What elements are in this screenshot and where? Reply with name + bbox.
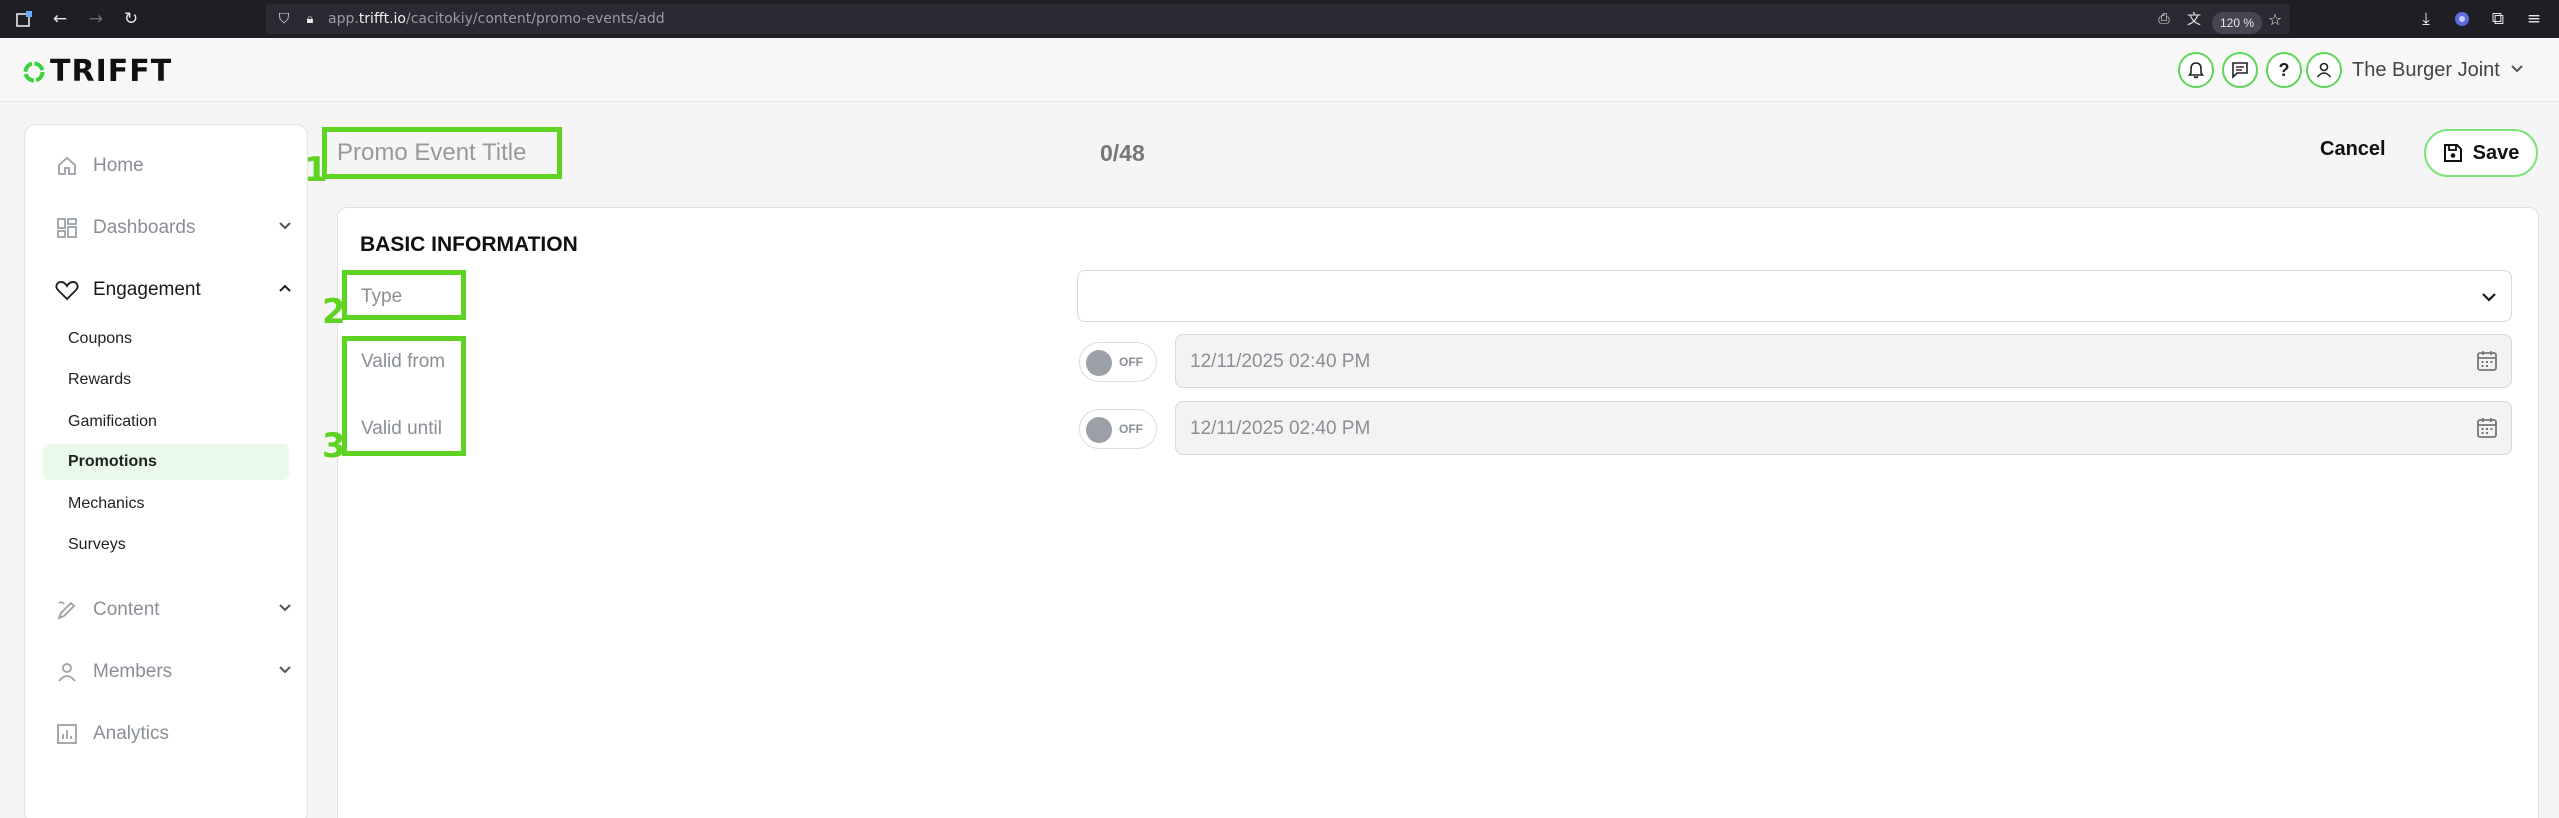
type-select[interactable] <box>1077 270 2512 322</box>
valid-from-date-input[interactable]: 12/11/2025 02:40 PM <box>1175 334 2512 388</box>
translate-icon[interactable]: 文 <box>2184 9 2204 29</box>
chevron-down-icon[interactable] <box>275 660 295 680</box>
person-icon <box>55 660 79 684</box>
valid-from-toggle[interactable]: OFF <box>1079 342 1157 382</box>
app-header: TRIFFT ? The Burger Joint <box>0 38 2559 102</box>
heart-icon <box>55 278 79 302</box>
dashboard-icon <box>55 216 79 240</box>
logo[interactable]: TRIFFT <box>22 54 172 89</box>
valid-until-label: Valid until <box>361 418 442 439</box>
sidebar-item-label: Content <box>93 599 160 620</box>
sidebar: Home Dashboards Engagement Coupons Rewar… <box>24 124 308 818</box>
url-bar[interactable]: ⛉ 🔒︎ app.trifft.io/cacitokiy/content/pro… <box>266 4 2290 34</box>
valid-from-value: 12/11/2025 02:40 PM <box>1190 351 1371 372</box>
sidebar-item-engagement[interactable]: Engagement <box>55 275 295 305</box>
sidebar-item-content[interactable]: Content <box>55 595 295 625</box>
shield-icon[interactable]: ⛉ <box>274 9 294 29</box>
messages-button[interactable] <box>2222 52 2258 88</box>
logo-text: TRIFFT <box>50 54 173 89</box>
sidebar-item-label: Members <box>93 661 173 682</box>
forward-icon[interactable]: → <box>86 9 106 29</box>
sidebar-item-label: Dashboards <box>93 217 196 238</box>
download-icon[interactable]: ⤓ <box>2416 9 2436 29</box>
sidebar-item-label: Analytics <box>93 723 170 744</box>
sidebar-subitem-gamification[interactable]: Gamification <box>43 404 289 440</box>
chat-icon <box>2232 62 2248 79</box>
chevron-down-icon[interactable] <box>275 598 295 618</box>
menu-icon[interactable]: ≡ <box>2524 9 2544 29</box>
home-icon <box>55 154 79 178</box>
extensions-icon[interactable]: ⧉ <box>2488 9 2508 29</box>
valid-until-date-input[interactable]: 12/11/2025 02:40 PM <box>1175 401 2512 455</box>
valid-from-label: Valid from <box>361 351 446 372</box>
chevron-down-icon <box>2482 293 2496 302</box>
bookmark-star-icon[interactable]: ☆ <box>2265 9 2285 29</box>
sidebar-item-dashboards[interactable]: Dashboards <box>55 213 295 243</box>
chevron-up-icon[interactable] <box>275 278 295 298</box>
sidebar-item-members[interactable]: Members <box>55 657 295 687</box>
browser-toolbar: ← → ↻ ⛉ 🔒︎ app.trifft.io/cacitokiy/conte… <box>0 0 2559 38</box>
help-icon: ? <box>2278 59 2290 80</box>
valid-until-toggle[interactable]: OFF <box>1079 409 1157 449</box>
sidebar-subitem-surveys[interactable]: Surveys <box>43 527 289 563</box>
valid-until-value: 12/11/2025 02:40 PM <box>1190 418 1371 439</box>
analytics-chart-icon <box>55 722 79 746</box>
user-icon <box>2316 62 2332 78</box>
sidebar-item-analytics[interactable]: Analytics <box>55 719 295 749</box>
toggle-knob <box>1086 417 1112 443</box>
sidebar-item-home[interactable]: Home <box>55 151 295 181</box>
promo-title-input[interactable]: Promo Event Title <box>322 127 562 179</box>
sidebar-item-label: Home <box>93 155 144 176</box>
tab-overview-icon[interactable] <box>14 9 34 29</box>
toggle-knob <box>1086 350 1112 376</box>
char-counter: 0/48 <box>1100 140 1145 166</box>
help-button[interactable]: ? <box>2266 52 2302 88</box>
annotation-number: 2 <box>322 292 346 332</box>
sidebar-subitem-mechanics[interactable]: Mechanics <box>43 486 289 522</box>
sidebar-subitem-coupons[interactable]: Coupons <box>43 321 289 357</box>
section-title: BASIC INFORMATION <box>360 233 578 256</box>
sidebar-subitem-rewards[interactable]: Rewards <box>43 362 289 398</box>
chevron-down-icon[interactable] <box>275 216 295 236</box>
calendar-icon[interactable] <box>2475 349 2499 373</box>
calendar-icon[interactable] <box>2475 416 2499 440</box>
lock-icon[interactable]: 🔒︎ <box>300 9 320 29</box>
annotation-number: 3 <box>322 426 346 466</box>
account-button[interactable] <box>2306 52 2342 88</box>
toggle-state: OFF <box>1119 422 1143 436</box>
org-chevron-down-icon[interactable] <box>2508 60 2526 78</box>
floppy-disk-icon <box>2443 144 2462 162</box>
profile-circle-icon[interactable] <box>2452 9 2472 29</box>
sidebar-item-label: Engagement <box>93 279 201 300</box>
bell-icon <box>2187 62 2205 79</box>
cancel-button[interactable]: Cancel <box>2320 138 2386 161</box>
toggle-state: OFF <box>1119 355 1143 369</box>
url-text[interactable]: app.trifft.io/cacitokiy/content/promo-ev… <box>328 11 665 27</box>
save-button[interactable]: Save <box>2424 129 2538 177</box>
logo-ring-icon <box>23 61 45 82</box>
org-name[interactable]: The Burger Joint <box>2352 59 2500 82</box>
annotation-number: 1 <box>304 150 328 190</box>
screenshot-icon[interactable]: ⎙ <box>2154 9 2174 29</box>
notifications-button[interactable] <box>2178 52 2214 88</box>
sidebar-subitem-promotions[interactable]: Promotions <box>43 444 289 480</box>
type-label: Type <box>361 286 403 307</box>
save-label: Save <box>2472 141 2520 164</box>
zoom-badge[interactable]: 120 % <box>2212 12 2263 34</box>
back-icon[interactable]: ← <box>50 9 70 29</box>
reload-icon[interactable]: ↻ <box>121 9 141 29</box>
content-edit-icon <box>55 598 79 622</box>
